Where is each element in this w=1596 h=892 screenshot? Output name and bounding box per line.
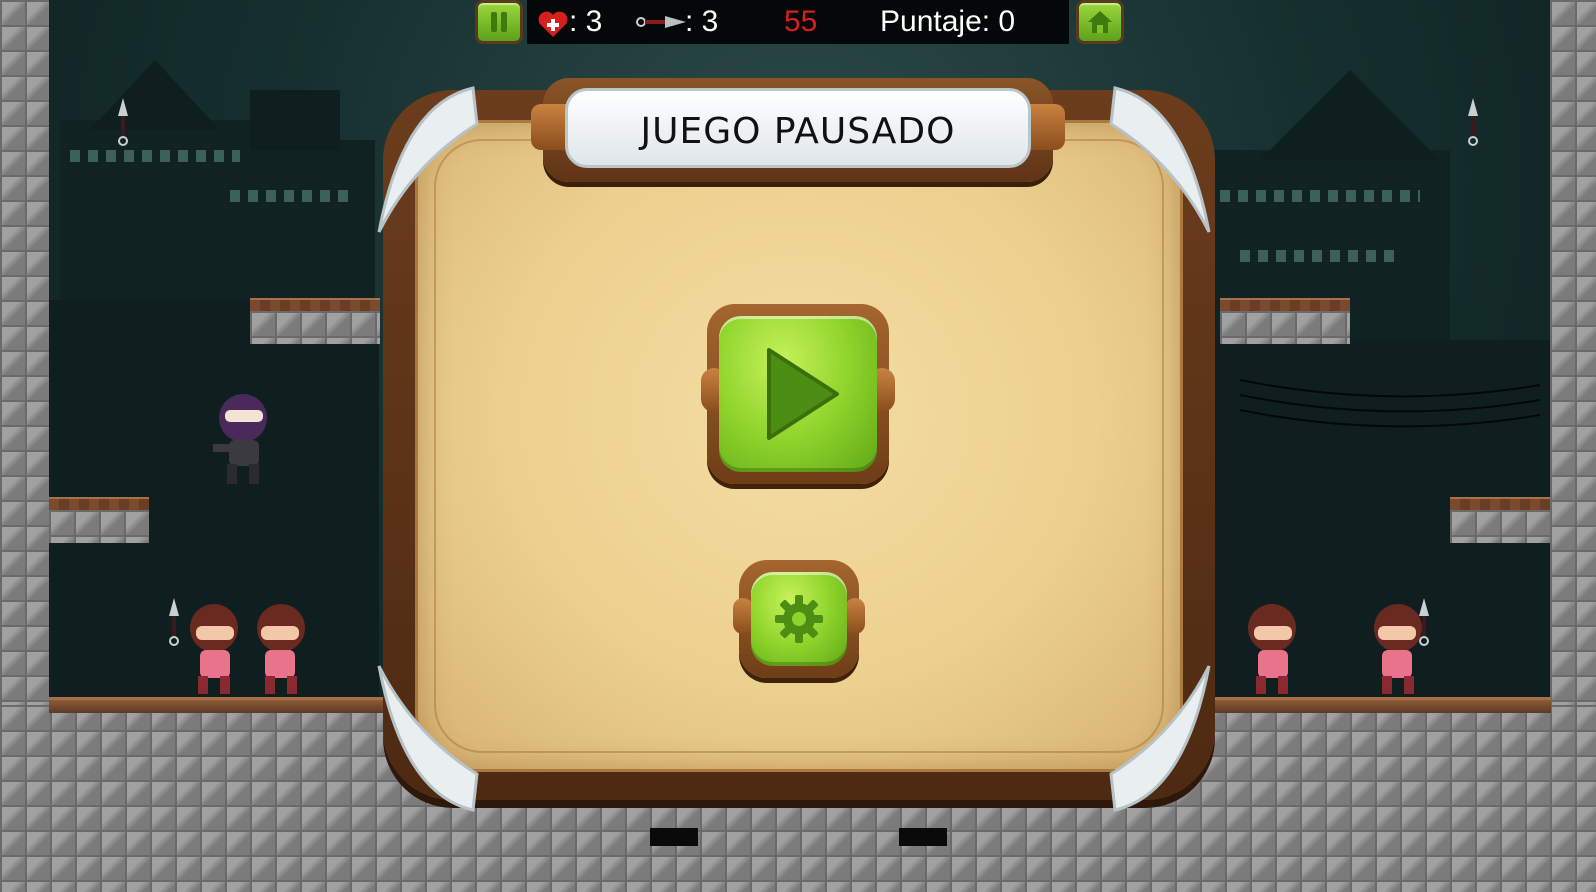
kunai-icon [636,16,686,28]
kunai-pickup-icon [1468,98,1478,146]
panel-corner-ornament [1109,665,1211,812]
panel-corner-ornament [377,665,479,812]
game-stage: : 3 : 3 55 Puntaje: 0 JUEGO PAUSADO [0,0,1596,892]
panel-corner-ornament [377,86,479,233]
home-button[interactable] [1076,0,1124,44]
home-icon [1088,11,1112,33]
enemy-kunoichi [190,604,238,694]
pause-title: JUEGO PAUSADO [640,111,956,152]
player-ninja [213,394,267,484]
kunai-pickup-icon [118,98,128,146]
ledge-platform [49,497,149,543]
kunai-count: : 3 [685,5,719,38]
spawn-block [899,828,947,846]
score: Puntaje: 0 [880,5,1016,38]
ledge-platform [250,298,380,344]
panel-corner-ornament [1109,86,1211,233]
pause-button[interactable] [475,0,523,44]
power-lines [1240,379,1540,428]
spawn-block [650,828,698,846]
enemy-kunoichi [1374,604,1422,694]
pause-panel: JUEGO PAUSADO [377,78,1215,812]
ledge-platform [1450,497,1550,543]
heart-icon [538,11,568,37]
hud-bar: : 3 : 3 55 Puntaje: 0 [527,0,1069,44]
ledge-platform [1220,298,1350,344]
play-icon [767,348,839,440]
lives-count: : 3 [569,5,603,38]
settings-button[interactable] [733,560,865,678]
timer: 55 [784,5,818,38]
enemy-kunoichi [1248,604,1296,694]
gear-icon [775,595,823,643]
pause-icon [491,12,507,32]
title-plate: JUEGO PAUSADO [565,88,1031,168]
resume-button[interactable] [701,304,895,484]
enemy-kunoichi [257,604,305,694]
title-banner: JUEGO PAUSADO [531,78,1065,182]
